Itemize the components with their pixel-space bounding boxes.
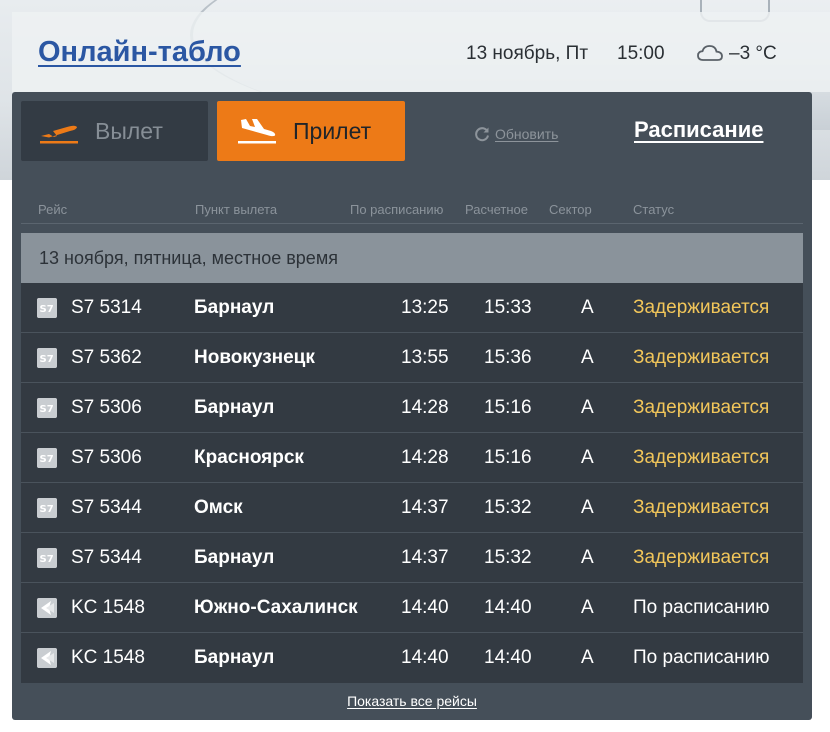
table-row[interactable]: S7 S7 5362 Новокузнецк 13:55 15:36 A Зад… [21, 333, 803, 383]
svg-text:S7: S7 [40, 354, 54, 365]
scheduled-time: 14:40 [401, 647, 449, 668]
origin-city: Барнаул [194, 397, 275, 418]
s7-logo-icon: S7 [37, 348, 57, 368]
flight-number: KC 1548 [71, 597, 145, 618]
flight-status: Задерживается [633, 397, 770, 418]
refresh-label: Обновить [495, 126, 559, 142]
refresh-button[interactable]: Обновить [473, 125, 558, 143]
col-header-scheduled: По расписанию [350, 202, 444, 217]
estimated-time: 15:16 [484, 397, 532, 418]
col-header-status: Статус [633, 202, 675, 217]
tab-arrival[interactable]: Прилет [217, 101, 405, 161]
origin-city: Барнаул [194, 547, 275, 568]
scheduled-time: 14:37 [401, 547, 449, 568]
svg-text:S7: S7 [40, 404, 54, 415]
s7-logo-icon: S7 [37, 398, 57, 418]
estimated-time: 14:40 [484, 647, 532, 668]
table-header: Рейс Пункт вылета По расписанию Расчетно… [21, 200, 803, 224]
plane-takeoff-icon [40, 125, 78, 144]
origin-city: Омск [194, 497, 243, 518]
svg-text:S7: S7 [40, 554, 54, 565]
flight-rows: S7 S7 5314 Барнаул 13:25 15:33 A Задержи… [21, 283, 803, 683]
estimated-time: 15:32 [484, 547, 532, 568]
svg-text:S7: S7 [40, 304, 54, 315]
origin-city: Новокузнецк [194, 347, 315, 368]
flight-status: Задерживается [633, 497, 770, 518]
flight-status: По расписанию [633, 647, 770, 668]
date-group-row: 13 ноября, пятница, местное время [21, 233, 803, 283]
flight-number: S7 5362 [71, 347, 142, 368]
kc-logo-icon [37, 648, 57, 668]
flight-number: S7 5344 [71, 497, 142, 518]
origin-city: Красноярск [194, 447, 304, 468]
estimated-time: 15:36 [484, 347, 532, 368]
flight-number: KC 1548 [71, 647, 145, 668]
sector: A [581, 297, 594, 318]
flight-number: S7 5306 [71, 447, 142, 468]
scheduled-time: 13:55 [401, 347, 449, 368]
origin-city: Барнаул [194, 647, 275, 668]
scheduled-time: 14:28 [401, 397, 449, 418]
flight-number: S7 5314 [71, 297, 142, 318]
date-group-label: 13 ноября, пятница, местное время [39, 247, 338, 268]
table-row[interactable]: KC 1548 Южно-Сахалинск 14:40 14:40 A По … [21, 583, 803, 633]
flight-number: S7 5306 [71, 397, 142, 418]
svg-text:S7: S7 [40, 454, 54, 465]
col-header-estimated: Расчетное [465, 202, 528, 217]
estimated-time: 15:33 [484, 297, 532, 318]
header-temperature: –3 °C [729, 43, 777, 64]
page-title-link[interactable]: Онлайн-табло [38, 36, 241, 69]
table-row[interactable]: S7 S7 5306 Красноярск 14:28 15:16 A Заде… [21, 433, 803, 483]
s7-logo-icon: S7 [37, 498, 57, 518]
refresh-icon [475, 127, 489, 142]
plane-landing-icon [238, 119, 276, 144]
flight-status: Задерживается [633, 447, 770, 468]
tab-arrival-label: Прилет [293, 117, 372, 144]
s7-logo-icon: S7 [37, 548, 57, 568]
estimated-time: 14:40 [484, 597, 532, 618]
sector: A [581, 347, 594, 368]
show-all-flights-link[interactable]: Показать все рейсы [12, 693, 812, 709]
table-row[interactable]: S7 S7 5344 Барнаул 14:37 15:32 A Задержи… [21, 533, 803, 583]
kc-logo-icon [37, 598, 57, 618]
tab-departure-label: Вылет [95, 117, 163, 144]
scheduled-time: 14:28 [401, 447, 449, 468]
table-row[interactable]: S7 S7 5344 Омск 14:37 15:32 A Задерживае… [21, 483, 803, 533]
sector: A [581, 447, 594, 468]
scheduled-time: 13:25 [401, 297, 449, 318]
flight-status: Задерживается [633, 347, 770, 368]
flight-number: S7 5344 [71, 547, 142, 568]
origin-city: Южно-Сахалинск [194, 597, 358, 618]
col-header-origin: Пункт вылета [195, 202, 278, 217]
estimated-time: 15:32 [484, 497, 532, 518]
scheduled-time: 14:40 [401, 597, 449, 618]
scheduled-time: 14:37 [401, 497, 449, 518]
svg-text:S7: S7 [40, 504, 54, 515]
sector: A [581, 397, 594, 418]
estimated-time: 15:16 [484, 447, 532, 468]
tab-departure[interactable]: Вылет [21, 101, 208, 161]
table-row[interactable]: S7 S7 5306 Барнаул 14:28 15:16 A Задержи… [21, 383, 803, 433]
sector: A [581, 497, 594, 518]
col-header-flight: Рейс [38, 202, 68, 217]
header-time: 15:00 [617, 43, 665, 64]
flight-status: Задерживается [633, 547, 770, 568]
col-header-sector: Сектор [549, 202, 592, 217]
sector: A [581, 597, 594, 618]
origin-city: Барнаул [194, 297, 275, 318]
flight-status: Задерживается [633, 297, 770, 318]
schedule-link[interactable]: Расписание [634, 117, 763, 143]
table-row[interactable]: KC 1548 Барнаул 14:40 14:40 A По расписа… [21, 633, 803, 683]
table-row[interactable]: S7 S7 5314 Барнаул 13:25 15:33 A Задержи… [21, 283, 803, 333]
flight-status: По расписанию [633, 597, 770, 618]
s7-logo-icon: S7 [37, 448, 57, 468]
flight-board: Вылет Прилет Обновить Расписание Рейс Пу… [12, 92, 812, 720]
sector: A [581, 647, 594, 668]
cloud-icon [697, 45, 723, 61]
header-date: 13 ноябрь, Пт [466, 43, 589, 64]
sector: A [581, 547, 594, 568]
s7-logo-icon: S7 [37, 298, 57, 318]
